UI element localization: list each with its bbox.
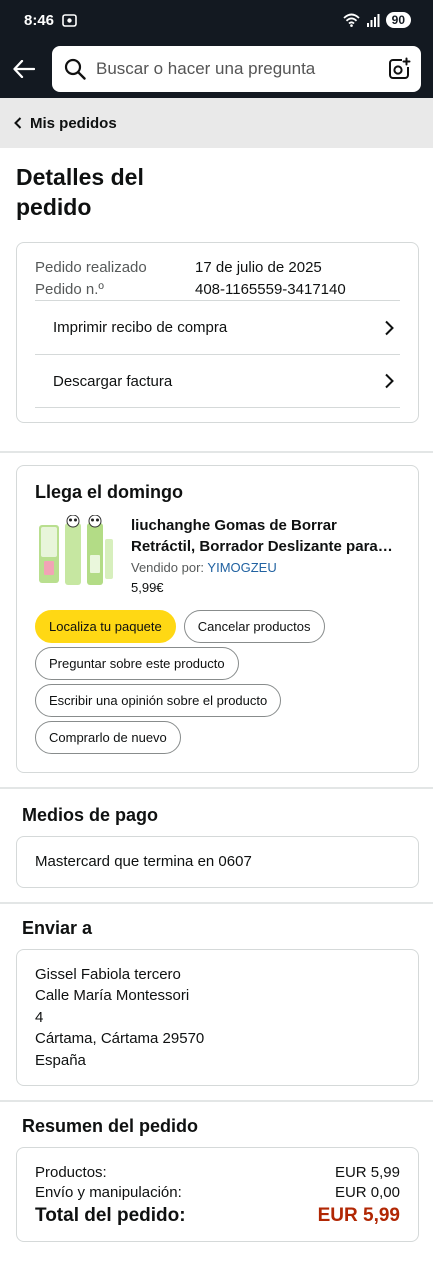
order-info-grid: Pedido realizado 17 de julio de 2025 Ped…	[35, 257, 400, 300]
order-info-card: Pedido realizado 17 de julio de 2025 Ped…	[16, 242, 419, 423]
download-invoice-label: Descargar factura	[53, 372, 173, 390]
payment-title: Medios de pago	[22, 805, 159, 825]
total-value: EUR 5,99	[317, 1205, 400, 1226]
cancel-items-button[interactable]: Cancelar productos	[183, 610, 325, 643]
item-actions: Localiza tu paquete Cancelar productos P…	[35, 610, 400, 754]
payment-method: Mastercard que termina en 0607	[35, 853, 252, 870]
product-thumbnail[interactable]	[35, 515, 117, 593]
write-review-button[interactable]: Escribir una opinión sobre el producto	[35, 684, 282, 717]
shipping-section: Enviar a Gissel Fabiola tercero Calle Ma…	[0, 904, 433, 1086]
order-number-label: Pedido n.º	[35, 281, 104, 298]
chevron-right-icon	[385, 320, 394, 335]
status-time: 8:46	[24, 11, 55, 29]
section-divider	[0, 451, 433, 453]
wifi-icon	[343, 13, 360, 27]
order-placed-value: 17 de julio de 2025	[195, 259, 322, 276]
camera-search-icon[interactable]	[387, 57, 411, 81]
order-placed-label: Pedido realizado	[35, 259, 147, 276]
top-header	[0, 40, 433, 98]
status-icons: 90	[343, 12, 411, 28]
download-invoice-link[interactable]: Descargar factura	[35, 354, 400, 408]
print-receipt-link[interactable]: Imprimir recibo de compra	[35, 300, 400, 354]
seller-link[interactable]: YIMOGZEU	[207, 560, 276, 575]
back-button[interactable]	[10, 55, 38, 83]
status-bar: 8:46 90	[0, 0, 433, 40]
buy-again-button[interactable]: Comprarlo de nuevo	[35, 721, 181, 754]
item-info: liuchanghe Gomas de Borrar Retráctil, Bo…	[131, 515, 400, 595]
print-receipt-label: Imprimir recibo de compra	[53, 319, 228, 336]
seller-line: Vendido por: YIMOGZEU	[131, 560, 400, 575]
search-input[interactable]	[96, 59, 377, 79]
summary-card: Productos: EUR 5,99 Envío y manipulación…	[16, 1147, 419, 1242]
address-street: Calle María Montessori	[35, 987, 190, 1004]
summary-total-row: Total del pedido: EUR 5,99	[35, 1203, 400, 1229]
address-name: Gissel Fabiola tercero	[35, 965, 181, 983]
payment-section: Medios de pago Mastercard que termina en…	[0, 789, 433, 888]
search-icon	[64, 58, 86, 80]
chevron-right-icon	[385, 373, 394, 389]
shipment-card: Llega el domingo liuchanghe Gomas de Bor…	[16, 465, 419, 773]
address-number: 4	[35, 1008, 44, 1026]
order-number-value: 408-1165559-3417140	[195, 281, 346, 298]
status-time-group: 8:46	[24, 12, 77, 29]
products-value: EUR 5,99	[334, 1164, 400, 1181]
product-title-link[interactable]: liuchanghe Gomas de Borrar Retráctil, Bo…	[131, 515, 400, 557]
address-card: Gissel Fabiola tercero Calle María Monte…	[16, 948, 419, 1086]
summary-title: Resumen del pedido	[22, 1116, 199, 1136]
summary-shipping-row: Envío y manipulación: EUR 0,00	[35, 1183, 400, 1203]
shipping-title: Enviar a	[22, 917, 93, 938]
shipping-cost-value: EUR 0,00	[334, 1184, 400, 1201]
products-label: Productos:	[35, 1164, 107, 1181]
total-label: Total del pedido:	[35, 1205, 186, 1226]
summary-products-row: Productos: EUR 5,99	[35, 1163, 400, 1183]
track-package-button[interactable]: Localiza tu paquete	[35, 610, 176, 643]
arrow-left-icon	[13, 60, 35, 78]
signal-icon	[366, 13, 380, 27]
address-country: España	[35, 1051, 86, 1069]
ask-product-question-button[interactable]: Preguntar sobre este producto	[35, 647, 239, 680]
summary-section: Resumen del pedido Productos: EUR 5,99 E…	[0, 1102, 433, 1242]
shipping-cost-label: Envío y manipulación:	[35, 1184, 182, 1201]
breadcrumb-label: Mis pedidos	[30, 114, 117, 132]
item-price: 5,99€	[131, 580, 164, 595]
address-city: Cártama, Cártama 29570	[35, 1030, 205, 1047]
page-title: Detalles del pedido	[16, 164, 144, 220]
breadcrumb[interactable]: Mis pedidos	[0, 98, 433, 148]
search-bar[interactable]	[52, 46, 421, 92]
payment-card: Mastercard que termina en 0607	[16, 836, 419, 888]
chevron-left-icon	[14, 117, 22, 129]
delivery-status: Llega el domingo	[35, 482, 184, 502]
battery-level: 90	[385, 12, 411, 28]
screen-record-icon	[62, 13, 77, 27]
seller-label: Vendido por:	[131, 560, 205, 575]
order-item: liuchanghe Gomas de Borrar Retráctil, Bo…	[35, 515, 400, 595]
